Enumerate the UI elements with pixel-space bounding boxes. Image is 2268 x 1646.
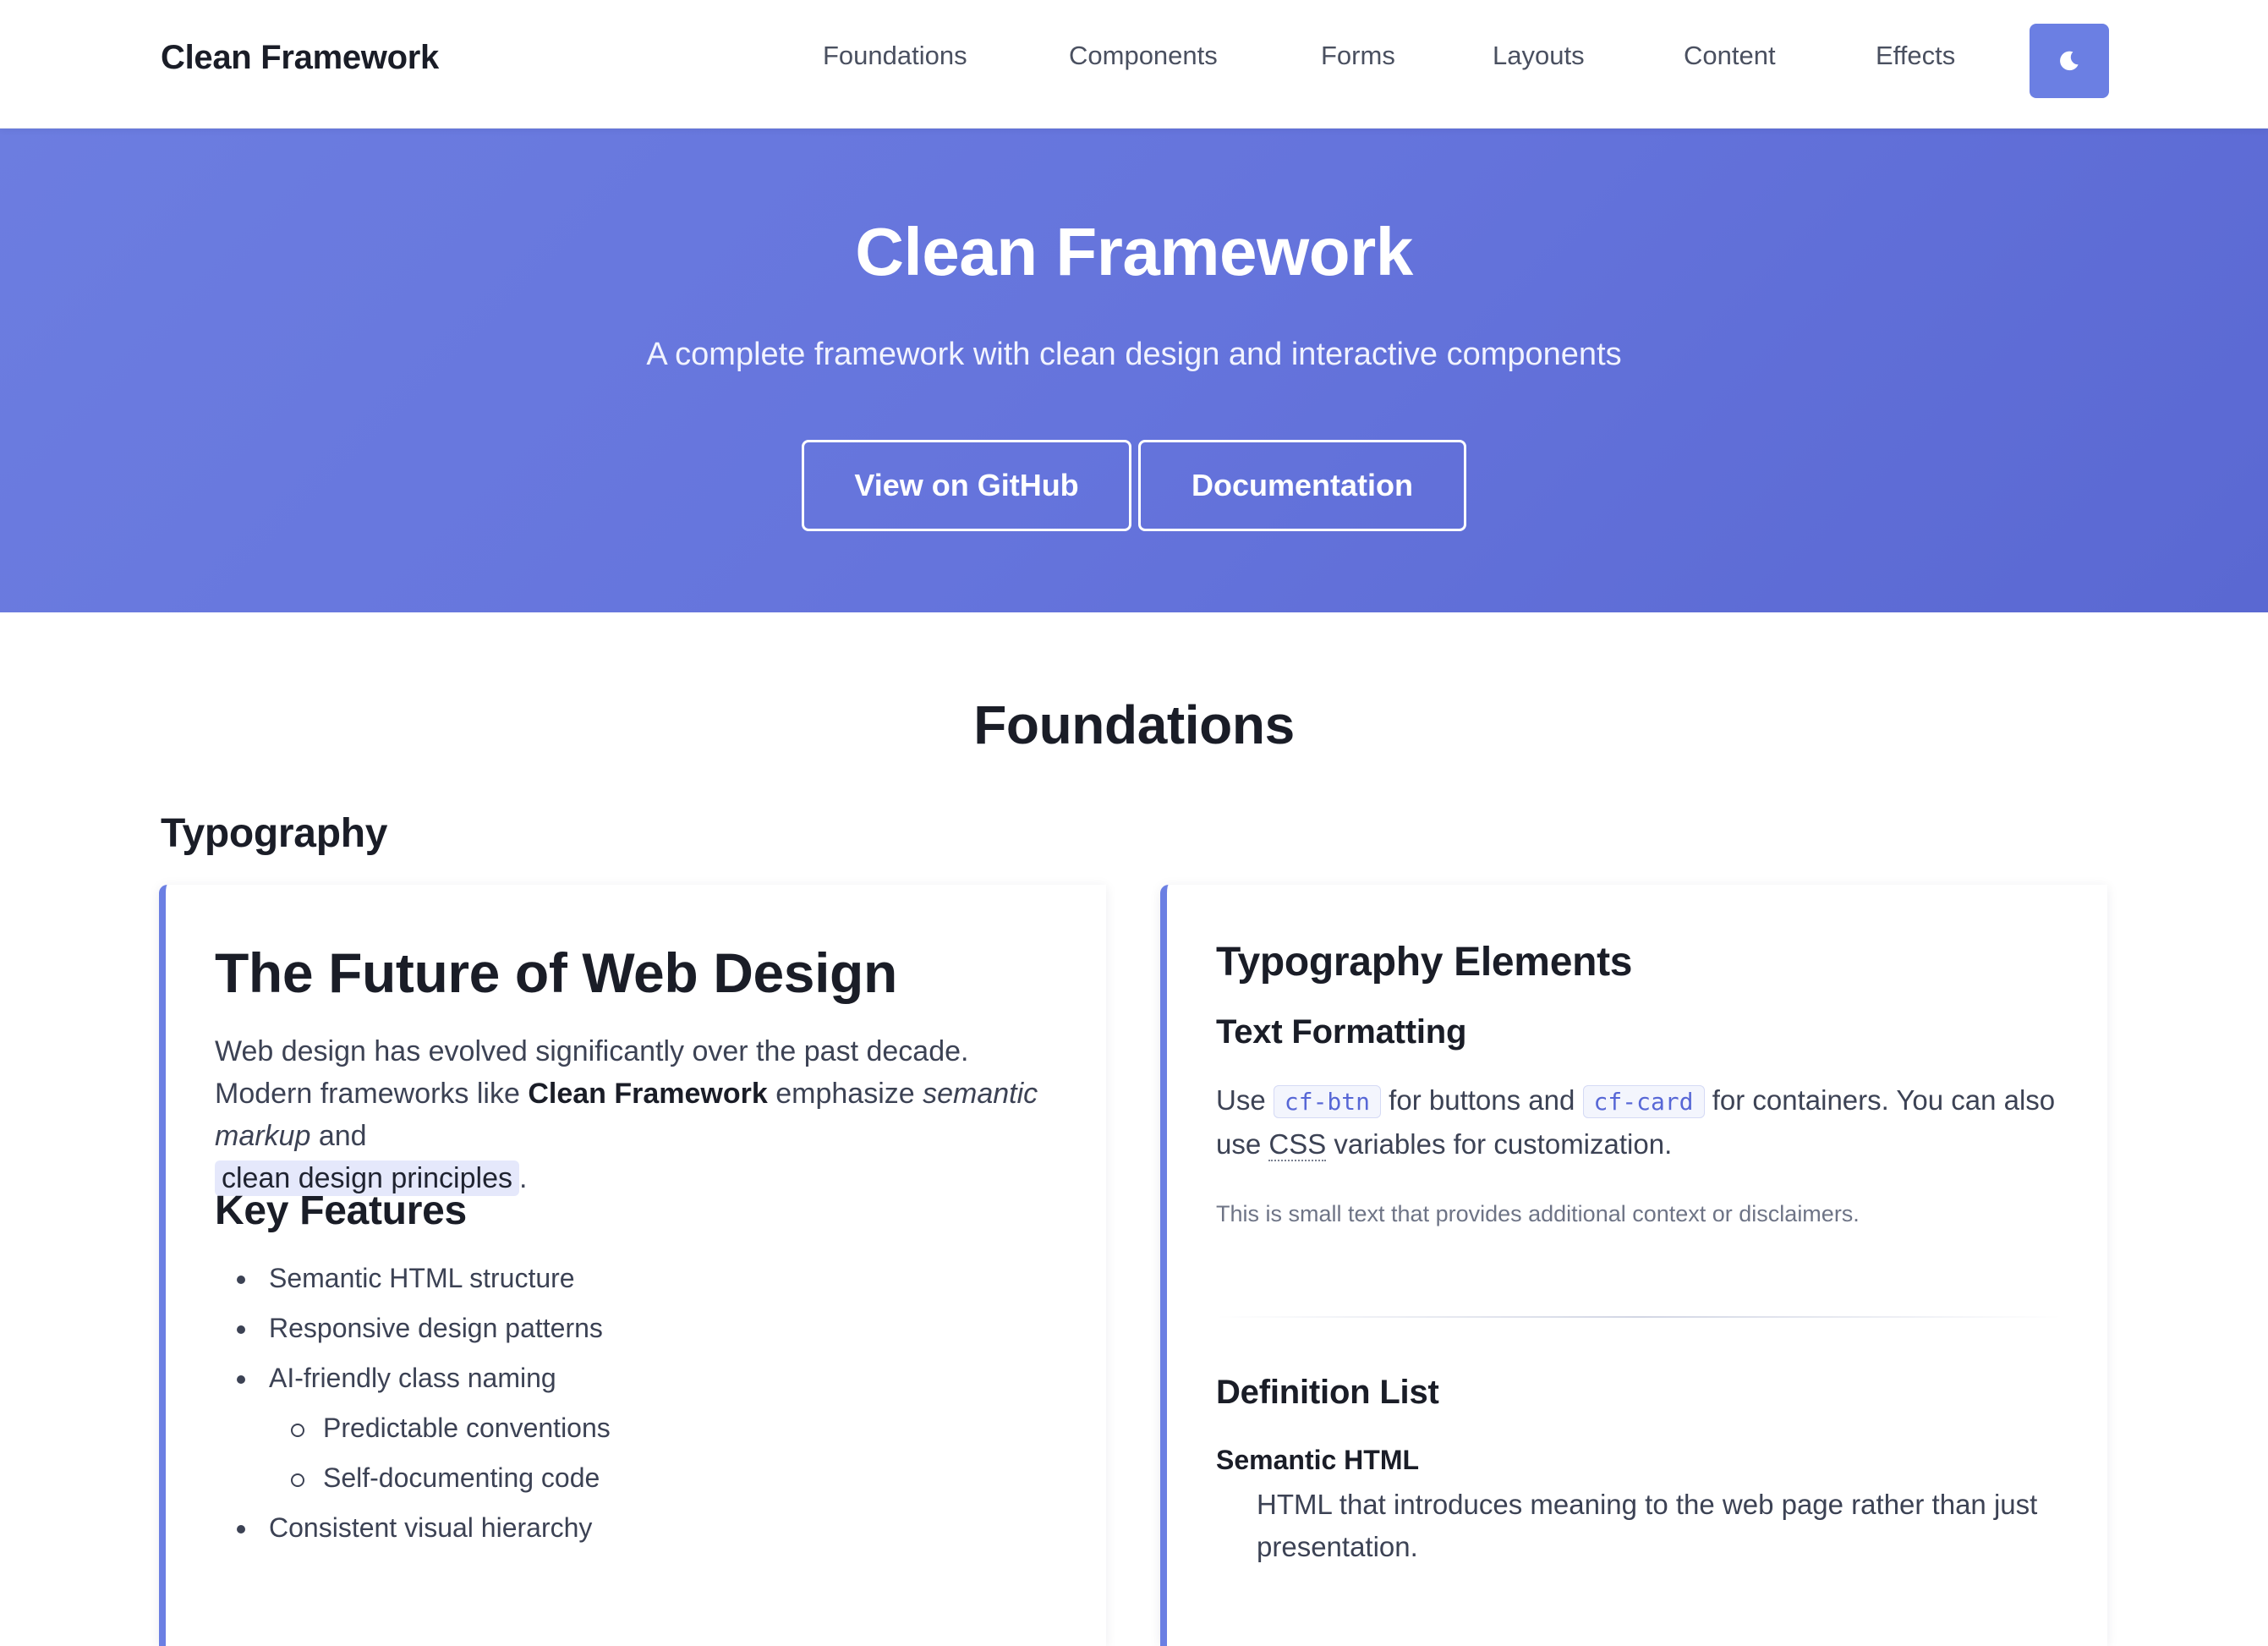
text-formatting-paragraph: Use cf-btn for buttons and cf-card for c… <box>1216 1079 2079 1166</box>
definition-list-title: Definition List <box>1216 1374 1439 1411</box>
nav-link-forms[interactable]: Forms <box>1321 41 1395 71</box>
paragraph-text: for buttons and <box>1381 1084 1583 1116</box>
documentation-button[interactable]: Documentation <box>1138 440 1466 531</box>
list-item: Semantic HTML structure <box>215 1254 1060 1303</box>
nav-link-effects[interactable]: Effects <box>1876 41 1955 71</box>
key-features-list: Semantic HTML structure Responsive desig… <box>215 1254 1060 1553</box>
small-disclaimer-text: This is small text that provides additio… <box>1216 1201 1860 1226</box>
paragraph-text: . <box>518 1162 528 1194</box>
nested-list-item: Predictable conventions <box>215 1403 1060 1453</box>
nav-link-foundations[interactable]: Foundations <box>823 41 967 71</box>
definition-term: Semantic HTML <box>1216 1445 1420 1475</box>
hero-section: Clean Framework A complete framework wit… <box>0 129 2268 612</box>
inline-code-cf-card: cf-card <box>1582 1085 1705 1118</box>
list-item: AI-friendly class naming <box>215 1353 1060 1403</box>
moon-icon <box>2060 51 2079 71</box>
definition-description: HTML that introduces meaning to the web … <box>1257 1489 2038 1562</box>
nav-link-components[interactable]: Components <box>1069 41 1218 71</box>
nested-list-item: Self-documenting code <box>215 1453 1060 1503</box>
typography-elements-card: Typography Elements Text Formatting Use … <box>1160 885 2107 1646</box>
card-heading: The Future of Web Design <box>215 941 897 1004</box>
paragraph-text: Use <box>1216 1084 1274 1116</box>
text-formatting-title: Text Formatting <box>1216 1013 1467 1051</box>
paragraph-text: variables for customization. <box>1326 1128 1673 1160</box>
view-on-github-button[interactable]: View on GitHub <box>802 440 1131 531</box>
bold-text: Clean Framework <box>528 1078 768 1110</box>
key-features-title: Key Features <box>215 1188 467 1233</box>
main-nav: Foundations Components Forms Layouts Con… <box>0 41 2268 78</box>
hero-title: Clean Framework <box>855 214 1413 289</box>
inline-code-cf-btn: cf-btn <box>1273 1085 1382 1118</box>
list-item: Responsive design patterns <box>215 1303 1060 1353</box>
hero-subtitle: A complete framework with clean design a… <box>646 337 1622 372</box>
intro-paragraph: Web design has evolved significantly ove… <box>215 1030 1060 1199</box>
theme-toggle-button[interactable] <box>2030 24 2109 98</box>
list-item: Consistent visual hierarchy <box>215 1503 1060 1553</box>
nav-link-content[interactable]: Content <box>1684 41 1776 71</box>
nav-link-layouts[interactable]: Layouts <box>1493 41 1585 71</box>
typography-subsection-title: Typography <box>161 811 388 856</box>
paragraph-text: and <box>310 1120 367 1152</box>
paragraph-text: emphasize <box>767 1078 923 1110</box>
card-heading: Typography Elements <box>1216 940 1633 985</box>
top-navbar: Clean Framework Foundations Components F… <box>0 0 2268 129</box>
horizontal-divider <box>1216 1316 2062 1318</box>
abbreviation-css[interactable]: CSS <box>1268 1128 1327 1161</box>
foundations-section-title: Foundations <box>973 694 1295 755</box>
future-of-web-design-card: The Future of Web Design Web design has … <box>159 885 1106 1646</box>
